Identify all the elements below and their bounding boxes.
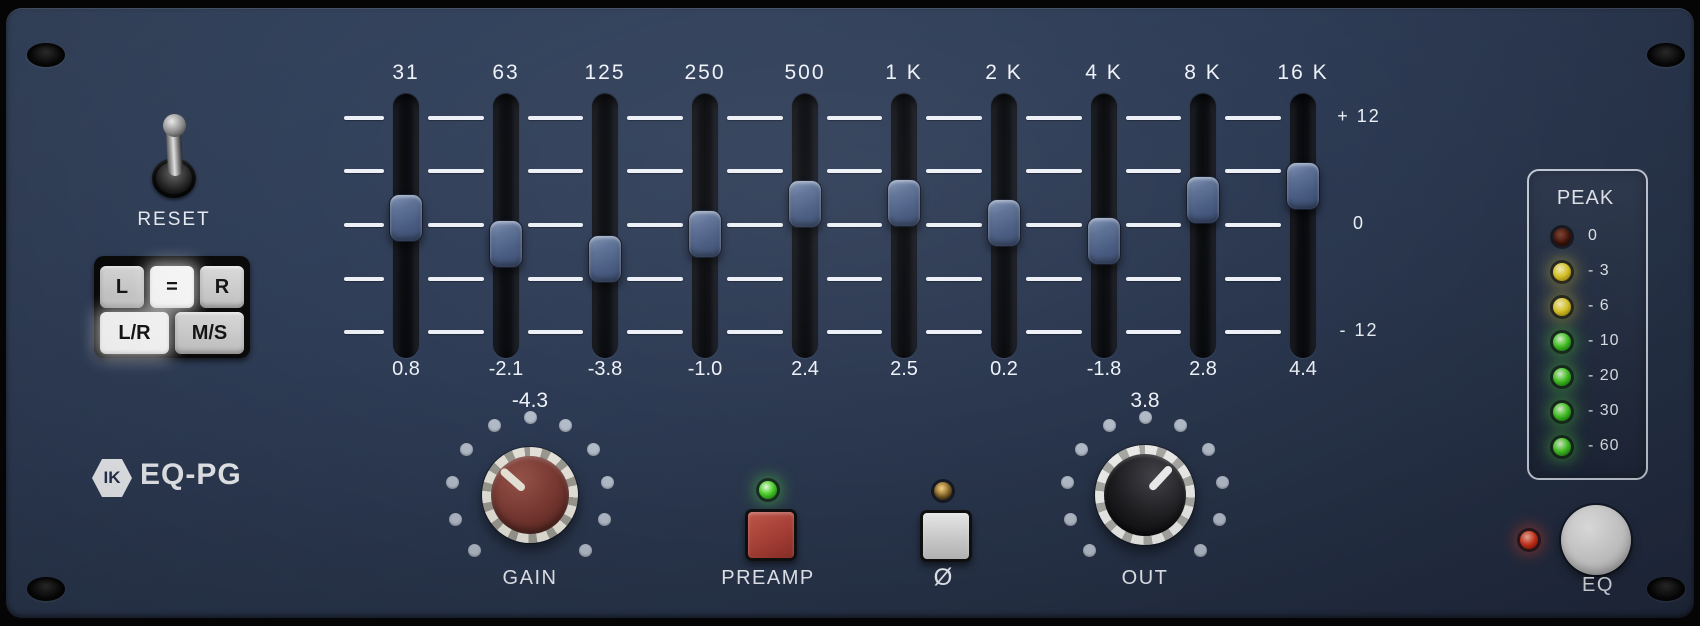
peak-led-6db <box>1553 298 1571 316</box>
peak-led-label: - 60 <box>1588 437 1620 454</box>
eq-bypass-button[interactable] <box>1561 505 1631 575</box>
eq-bypass-label: EQ <box>1582 574 1614 596</box>
peak-led-3db <box>1553 263 1571 281</box>
front-panel: RESET L = R L/R M/S IK EQ-PG 31 0.8 63 -2.1 125-… <box>6 8 1694 618</box>
eq-active-led <box>1520 531 1538 549</box>
peak-led-60db <box>1553 438 1571 456</box>
peak-led-label: - 30 <box>1588 402 1620 419</box>
peak-led-label: 0 <box>1588 227 1598 244</box>
peak-led-label: - 6 <box>1588 297 1610 314</box>
peak-led-10db <box>1553 333 1571 351</box>
peak-led-30db <box>1553 403 1571 421</box>
peak-led-20db <box>1553 368 1571 386</box>
peak-led-label: - 3 <box>1588 262 1610 279</box>
eq-pg-plugin-window: RESET L = R L/R M/S IK EQ-PG 31 0.8 63 -2.1 125-… <box>0 0 1700 626</box>
peak-led-label: - 10 <box>1588 332 1620 349</box>
peak-led-0db <box>1553 228 1571 246</box>
peak-meter-leds: 0 - 3 - 6 - 10 - 20 - 30 - 60 <box>6 8 1694 618</box>
peak-led-label: - 20 <box>1588 367 1620 384</box>
